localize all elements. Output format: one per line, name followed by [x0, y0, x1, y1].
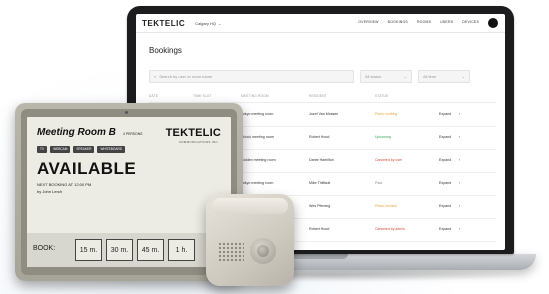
- expand-link[interactable]: Expand: [439, 227, 451, 231]
- time-filter-select[interactable]: All time ⌄: [418, 70, 470, 83]
- table-header: DATE TIME SLOT MEETING ROOM RESIDENT STA…: [149, 94, 496, 103]
- chevron-right-icon[interactable]: ›: [459, 181, 460, 185]
- chevron-right-icon[interactable]: ›: [459, 112, 460, 116]
- status-cell: Pedro working: [375, 112, 398, 116]
- book-30m-button[interactable]: 30 m.: [106, 239, 133, 261]
- col-date[interactable]: DATE: [149, 94, 158, 98]
- nav-bookings[interactable]: BOOKINGS: [388, 20, 408, 24]
- location-label: Calgary HQ: [195, 20, 217, 26]
- col-time-slot[interactable]: TIME SLOT: [193, 94, 212, 98]
- resident-cell: Robert Hood: [309, 135, 330, 139]
- amenity-chip: WHITEBOARD: [97, 146, 126, 153]
- search-input[interactable]: ⌕ Search by user or room name: [149, 70, 354, 83]
- book-1h-button[interactable]: 1 h.: [168, 239, 195, 261]
- book-bar: BOOK: 15 m. 30 m. 45 m. 1 h.: [27, 233, 231, 267]
- resident-cell: Robert Hood: [309, 227, 330, 231]
- chevron-right-icon[interactable]: ›: [459, 204, 460, 208]
- tablet-logo-subtitle: COMMUNICATIONS INC.: [178, 140, 219, 144]
- nav-links: OVERVIEW BOOKINGS ROOMS USERS DEVICES: [358, 20, 479, 24]
- room-cell: Tokyo meeting room: [241, 112, 274, 116]
- amenity-chips: TV WEBCAM SPEAKER WHITEBOARD: [37, 146, 126, 153]
- book-45m-button[interactable]: 45 m.: [137, 239, 164, 261]
- search-icon: ⌕: [154, 74, 157, 79]
- room-cell: Tokyo meeting room: [241, 181, 274, 185]
- user-avatar[interactable]: [488, 18, 498, 28]
- amenity-chip: WEBCAM: [50, 146, 71, 153]
- chevron-right-icon[interactable]: ›: [459, 135, 460, 139]
- resident-cell: Jozef Van Mossen: [309, 112, 339, 116]
- chevron-right-icon[interactable]: ›: [459, 227, 460, 231]
- expand-link[interactable]: Expand: [439, 135, 451, 139]
- camera-dot: [125, 111, 128, 114]
- next-booking-text: NEXT BOOKING AT 12:00 PM: [37, 182, 92, 187]
- location-selector[interactable]: Calgary HQ ⌄: [195, 21, 221, 26]
- speaker-grille: [218, 242, 244, 262]
- book-label: BOOK:: [33, 245, 56, 252]
- app-logo[interactable]: TEKTELIC: [142, 19, 185, 28]
- chevron-down-icon: ⌄: [218, 20, 222, 26]
- expand-link[interactable]: Expand: [439, 204, 451, 208]
- status-filter-value: All status: [365, 74, 382, 79]
- status-cell: Upcoming: [375, 135, 391, 139]
- col-meeting-room[interactable]: MEETING ROOM: [241, 94, 269, 98]
- search-placeholder: Search by user or room name: [159, 74, 213, 79]
- amenity-chip: TV: [37, 146, 48, 153]
- time-filter-value: All time: [423, 74, 437, 79]
- nav-devices[interactable]: DEVICES: [462, 20, 479, 24]
- booked-by-text: by John Lerch: [37, 189, 63, 194]
- resident-cell: Wes Pfeming: [309, 204, 331, 208]
- status-cell: Pedro forcited: [375, 204, 397, 208]
- status-cell: Canceled by user: [375, 158, 403, 162]
- col-resident[interactable]: RESIDENT: [309, 94, 327, 98]
- resident-cell: Dante Hamilton: [309, 158, 334, 162]
- status-cell: Canceled by admin: [375, 227, 405, 231]
- filter-bar: ⌕ Search by user or room name All status…: [149, 70, 470, 83]
- col-status[interactable]: STATUS: [375, 94, 388, 98]
- resident-cell: Mike Thiffault: [309, 181, 331, 185]
- page-title: Bookings: [149, 46, 182, 55]
- nav-overview[interactable]: OVERVIEW: [358, 20, 378, 24]
- eink-display: Meeting Room B 4 PERSONS TEKTELIC COMMUN…: [27, 117, 231, 267]
- book-15m-button[interactable]: 15 m.: [75, 239, 102, 261]
- chevron-down-icon: ⌄: [403, 74, 407, 79]
- amenity-chip: SPEAKER: [73, 146, 95, 153]
- room-cell: Golden meeting room: [241, 158, 276, 162]
- sensor-top-face: [212, 198, 288, 214]
- capacity-label: 4 PERSONS: [123, 132, 143, 136]
- tablet-logo: TEKTELIC: [165, 127, 221, 139]
- room-name: Meeting Room B: [37, 127, 116, 138]
- status-cell: Past: [375, 181, 383, 185]
- chevron-down-icon: ⌄: [461, 74, 465, 79]
- nav-rooms[interactable]: ROOMS: [417, 20, 431, 24]
- sensor-lens: [257, 245, 269, 257]
- nav-users[interactable]: USERS: [440, 20, 453, 24]
- status-filter-select[interactable]: All status ⌄: [360, 70, 412, 83]
- chevron-right-icon[interactable]: ›: [459, 158, 460, 162]
- expand-link[interactable]: Expand: [439, 181, 451, 185]
- expand-link[interactable]: Expand: [439, 112, 451, 116]
- occupancy-sensor-device: [206, 194, 294, 286]
- room-cell: Shock meeting room: [241, 135, 274, 139]
- expand-link[interactable]: Expand: [439, 158, 451, 162]
- top-navbar: TEKTELIC Calgary HQ ⌄ OVERVIEW BOOKINGS …: [136, 14, 505, 33]
- availability-status: AVAILABLE: [37, 159, 137, 178]
